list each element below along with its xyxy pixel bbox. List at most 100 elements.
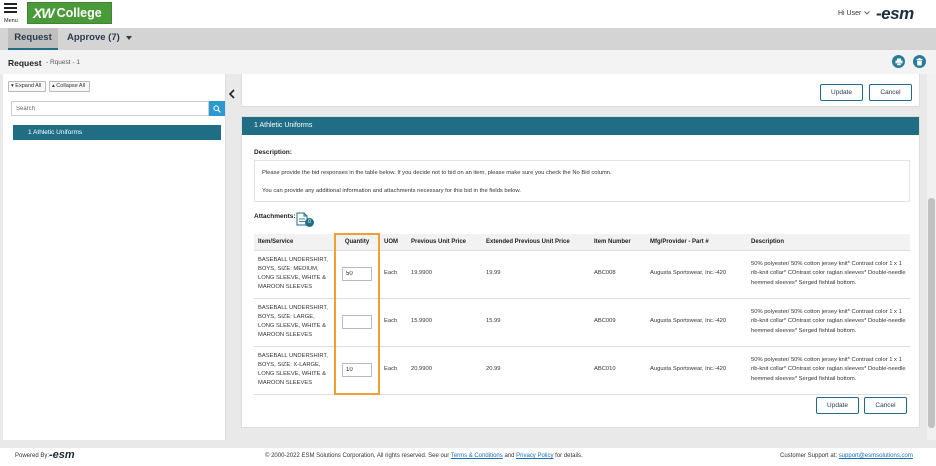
bid-table: Item/Service Quantity UOM Previous Unit … [254,233,910,395]
cancel-button-bottom[interactable]: Cancel [864,397,907,414]
description-cell: 50% polyester/ 50% cotton jersey knit* C… [747,250,910,299]
tab-approve-label: Approve (7) [67,32,120,43]
mfg-provider-cell: Augusta Sportswear, Inc.-420 [646,298,747,347]
mfg-provider-cell: Augusta Sportswear, Inc.-420 [646,346,747,395]
logo-text: College [56,6,102,20]
logo-mark: XW [33,5,55,21]
extended-price-cell: 15.99 [482,298,590,347]
previous-unit-price-cell: 15.9900 [407,298,482,347]
previous-unit-price-cell: 20.9900 [407,346,482,395]
top-bar: Menu XW College Hi User -esm [0,0,936,28]
menu-icon-bar [4,11,17,13]
scrollbar-thumb[interactable] [928,198,935,428]
update-button-top[interactable]: Update [820,84,863,101]
esm-logo: -esm [876,4,914,23]
menu-icon [4,3,17,5]
tree-item-label: 1 Athletic Uniforms [28,129,83,136]
page-title: Request [8,58,42,68]
uom-cell: Each [379,346,407,395]
and-text: and [504,453,515,459]
item-section-card: 1 Athletic Uniforms Description: Please … [241,116,920,428]
chevron-down-icon [864,11,871,15]
privacy-policy-link[interactable]: Privacy Policy [516,453,553,459]
menu-button[interactable]: Menu [4,3,20,25]
user-greeting: Hi User [838,10,862,17]
extended-price-cell: 19.99 [482,250,590,299]
update-button-bottom[interactable]: Update [816,397,859,414]
item-service-cell: BASEBALL UNDERSHIRT, BOYS, SIZE: LARGE, … [254,298,335,347]
tree-item-athletic-uniforms[interactable]: 1 Athletic Uniforms [13,125,221,140]
table-row: BASEBALL UNDERSHIRT, BOYS, SIZE: X-LARGE… [254,346,910,395]
search-icon [213,104,221,113]
description-cell: 50% polyester/ 50% cotton jersey knit* C… [747,298,910,347]
search-button[interactable] [209,101,225,116]
tab-approve[interactable]: Approve (7) [67,28,133,50]
quantity-cell [334,346,380,395]
description-cell: 50% polyester/ 50% cotton jersey knit* C… [747,346,910,395]
description-box: Please provide the bid responses in the … [254,160,910,202]
menu-icon-bar [4,7,17,9]
support-label: Customer Support at: [780,453,838,459]
customer-support: Customer Support at: support@esmsolution… [780,453,913,459]
item-number-cell: ABC010 [590,346,646,395]
table-header-row: Item/Service Quantity UOM Previous Unit … [254,233,910,251]
expand-icon: ▾ [11,83,14,89]
user-menu[interactable]: Hi User [838,10,871,17]
sidebar: ▾ Expand All ▴ Collapse All 1 Athletic U… [3,74,226,440]
attachments-label: Attachments: [254,213,296,220]
print-button[interactable] [892,55,905,68]
tab-request[interactable]: Request [8,28,58,50]
copyright-suffix: for details. [555,453,583,459]
mfg-provider-cell: Augusta Sportswear, Inc.-420 [646,250,747,299]
support-email-link[interactable]: support@esmsolutions.com [839,453,913,459]
item-number-cell: ABC009 [590,298,646,347]
section-header: 1 Athletic Uniforms [242,117,919,135]
top-action-card: Update Cancel [241,74,920,107]
quantity-cell [334,298,380,347]
column-header: Item/Service [254,234,335,251]
collapse-all-button[interactable]: ▴ Collapse All [49,81,90,92]
item-number-cell: ABC008 [590,250,646,299]
print-icon [895,58,902,66]
copyright-prefix: © 2000-2022 ESM Solutions Corporation, A… [265,453,450,459]
delete-button[interactable] [913,55,926,68]
trash-icon [916,57,923,65]
footer: Powered By: -esm © 2000-2022 ESM Solutio… [0,448,936,466]
description-line: You can provide any additional informati… [262,188,521,194]
column-header: Previous Unit Price [407,234,482,251]
item-service-cell: BASEBALL UNDERSHIRT, BOYS, SIZE: X-LARGE… [254,346,335,395]
caret-down-icon [126,36,133,40]
copyright-text: © 2000-2022 ESM Solutions Corporation, A… [265,453,583,459]
uom-cell: Each [379,250,407,299]
cancel-button-top[interactable]: Cancel [869,84,912,101]
column-header: Quantity [334,233,380,251]
search-input[interactable] [11,101,209,116]
page-subtitle: - Rquest - 1 [46,59,80,66]
quantity-input[interactable] [342,362,372,377]
page-scrollbar[interactable] [927,74,936,440]
column-header: Description [747,234,910,251]
menu-label: Menu [4,18,18,24]
attachments-count-badge: 0 [305,218,314,227]
item-service-cell: BASEBALL UNDERSHIRT, BOYS, SIZE: MEDIUM,… [254,250,335,299]
column-header: Item Number [590,234,646,251]
collapse-sidebar-toggle[interactable] [228,88,236,100]
collapse-icon: ▴ [52,83,55,89]
quantity-input[interactable] [342,315,372,329]
extended-price-cell: 20.99 [482,346,590,395]
collapse-all-label: Collapse All [56,83,86,89]
column-header: Mfg/Provider - Part # [646,234,747,251]
college-logo[interactable]: XW College [27,2,112,24]
attachments-button[interactable]: 0 [296,212,314,228]
quantity-input[interactable] [342,267,372,281]
page-header: Request - Rquest - 1 [0,50,936,74]
quantity-cell [334,250,380,299]
table-row: BASEBALL UNDERSHIRT, BOYS, SIZE: LARGE, … [254,298,910,347]
terms-link[interactable]: Terms & Conditions [451,453,503,459]
footer-esm-logo: -esm [49,449,75,461]
column-header: Extended Previous Unit Price [482,234,590,251]
expand-all-label: Expand All [15,83,42,89]
chevron-left-icon [228,89,235,99]
expand-all-button[interactable]: ▾ Expand All [8,81,46,92]
description-line: Please provide the bid responses in the … [262,170,612,176]
